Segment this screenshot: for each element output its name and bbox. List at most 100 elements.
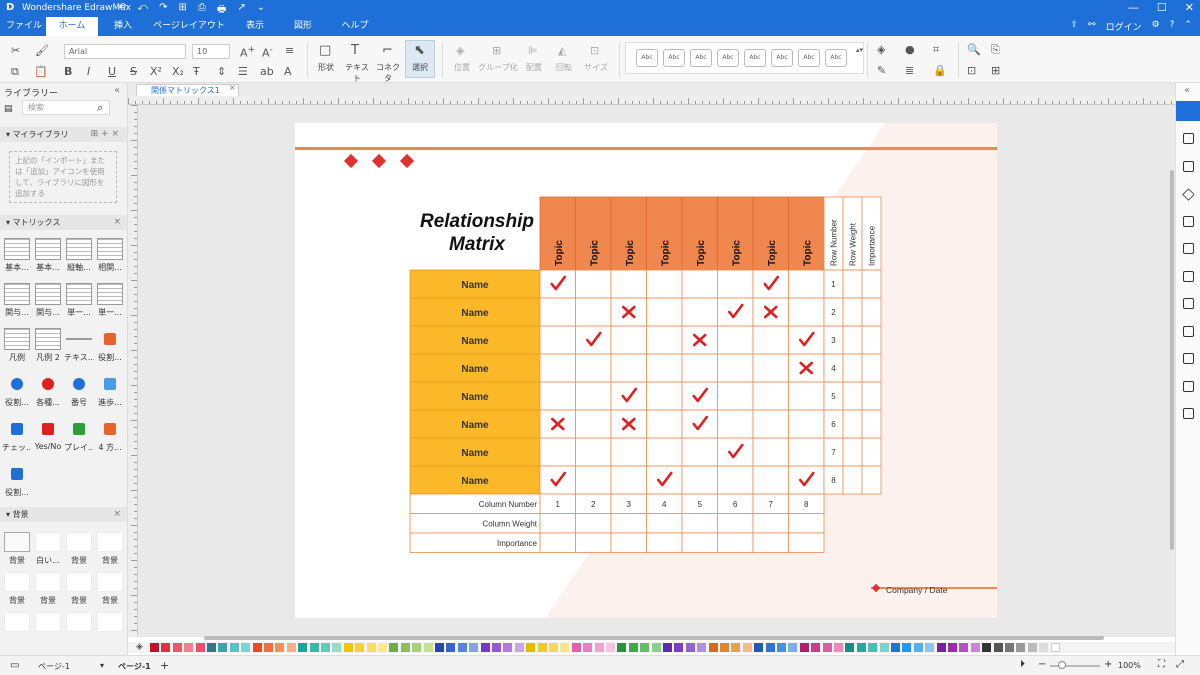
- color-swatch[interactable]: [731, 643, 741, 652]
- column-header-label[interactable]: Topic: [554, 240, 565, 266]
- color-swatch[interactable]: [685, 643, 695, 652]
- matrix-cell[interactable]: [646, 465, 683, 495]
- matrix-cell[interactable]: [717, 353, 754, 383]
- row-label[interactable]: Name: [461, 392, 489, 403]
- matrix-shape-thumbnail[interactable]: [66, 328, 92, 340]
- more-tools-icon[interactable]: ⊞: [991, 64, 1000, 77]
- format-panel-button[interactable]: [1176, 101, 1200, 121]
- extra-cell[interactable]: [842, 297, 863, 327]
- matrix-cell[interactable]: [788, 409, 825, 439]
- tab-file[interactable]: ファイル: [4, 17, 44, 36]
- extra-cell[interactable]: [861, 465, 882, 495]
- color-swatch[interactable]: [366, 643, 376, 652]
- color-swatch[interactable]: [754, 643, 764, 652]
- extra-header-label[interactable]: Importance: [868, 225, 877, 266]
- superscript-icon[interactable]: X²: [150, 65, 162, 78]
- diagram-page[interactable]: Relationship Matrix Topic Topic Topic Topic To…: [295, 123, 997, 618]
- matrix-shape-thumbnail[interactable]: [104, 423, 116, 435]
- grow-font-icon[interactable]: A+: [240, 44, 255, 60]
- color-swatch[interactable]: [389, 643, 399, 652]
- matrix-cell[interactable]: [788, 297, 825, 327]
- column-number[interactable]: 7: [769, 500, 774, 509]
- color-swatch[interactable]: [606, 643, 615, 652]
- matrix-cell[interactable]: [717, 269, 754, 299]
- extra-cell[interactable]: [842, 465, 863, 495]
- row-label[interactable]: Name: [461, 280, 489, 291]
- subscript-icon[interactable]: X₂: [172, 65, 184, 78]
- matrix-cell[interactable]: [788, 437, 825, 467]
- presentation-icon[interactable]: [1183, 326, 1194, 337]
- matrix-shape-thumbnail[interactable]: [35, 328, 61, 350]
- font-size-select[interactable]: 10: [192, 44, 230, 59]
- color-swatch[interactable]: [651, 643, 661, 652]
- row-number[interactable]: 2: [831, 308, 836, 317]
- settings-icon[interactable]: ⚙: [1152, 20, 1160, 33]
- extra-cell[interactable]: [842, 325, 863, 355]
- color-swatch[interactable]: [936, 643, 946, 652]
- color-swatch[interactable]: [378, 643, 387, 652]
- extra-header-label[interactable]: Row Weight: [849, 222, 858, 266]
- gallery-scroll-icon[interactable]: ▴▾: [856, 46, 863, 54]
- matrix-title-line[interactable]: Matrix: [449, 234, 506, 255]
- column-header-label[interactable]: Topic: [696, 240, 707, 266]
- row-label[interactable]: Name: [461, 476, 489, 487]
- matrix-cell[interactable]: [575, 325, 612, 355]
- color-swatch[interactable]: [526, 643, 536, 652]
- color-swatch[interactable]: [469, 643, 479, 652]
- bottom-cell[interactable]: [539, 513, 576, 534]
- column-header-label[interactable]: Topic: [660, 240, 671, 266]
- matrix-cell[interactable]: [575, 465, 612, 495]
- bottom-cell[interactable]: [681, 532, 718, 553]
- color-swatch[interactable]: [1027, 643, 1037, 652]
- matrix-cell[interactable]: [646, 437, 683, 467]
- column-header-label[interactable]: Topic: [625, 240, 636, 266]
- matrix-cell[interactable]: [717, 437, 754, 467]
- background-thumbnail[interactable]: [35, 572, 61, 592]
- color-swatch[interactable]: [252, 643, 262, 652]
- color-swatch[interactable]: [970, 643, 980, 652]
- color-swatch[interactable]: [628, 643, 638, 652]
- column-header-label[interactable]: Topic: [767, 240, 778, 266]
- matrix-shape-thumbnail[interactable]: [42, 378, 54, 390]
- row-number[interactable]: 8: [831, 476, 836, 485]
- bottom-cell[interactable]: [717, 513, 754, 534]
- extra-cell[interactable]: [842, 437, 863, 467]
- background-library-header[interactable]: ▾ 背景 ×: [0, 507, 127, 522]
- style-preset[interactable]: Abc: [636, 49, 658, 67]
- matrix-cell[interactable]: [752, 269, 789, 299]
- fit-icon[interactable]: [1183, 381, 1194, 392]
- font-color-icon[interactable]: A: [284, 65, 292, 78]
- matrix-cell[interactable]: [752, 353, 789, 383]
- matrix-cell[interactable]: [681, 269, 718, 299]
- tab-insert[interactable]: 挿入: [102, 17, 144, 36]
- close-icon[interactable]: ×: [113, 215, 121, 230]
- bottom-cell[interactable]: [752, 513, 789, 534]
- color-swatch[interactable]: [321, 643, 330, 652]
- matrix-shape-thumbnail[interactable]: [42, 423, 54, 435]
- extra-header-label[interactable]: Row Number: [830, 219, 839, 266]
- matrix-cell[interactable]: [717, 465, 754, 495]
- text-tool-icon[interactable]: T: [351, 43, 359, 58]
- close-icon[interactable]: ×: [113, 507, 121, 522]
- matrix-shape-thumbnail[interactable]: [104, 333, 116, 345]
- extra-cell[interactable]: [861, 297, 882, 327]
- matrix-cell[interactable]: [646, 325, 683, 355]
- style-preset[interactable]: Abc: [771, 49, 793, 67]
- login-button[interactable]: ログイン: [1106, 20, 1142, 33]
- color-swatch[interactable]: [150, 643, 159, 652]
- color-swatch[interactable]: [503, 643, 513, 652]
- strikethrough-icon[interactable]: S: [130, 65, 137, 78]
- color-swatch[interactable]: [332, 643, 342, 652]
- color-swatch[interactable]: [948, 643, 957, 652]
- extra-cell[interactable]: [861, 437, 882, 467]
- color-swatch[interactable]: [457, 643, 467, 652]
- tab-view[interactable]: 表示: [234, 17, 276, 36]
- matrix-shape-thumbnail[interactable]: [73, 423, 85, 435]
- color-swatch[interactable]: [241, 643, 251, 652]
- bottom-cell[interactable]: [681, 513, 718, 534]
- color-swatch[interactable]: [856, 643, 866, 652]
- matrix-cell[interactable]: [788, 465, 825, 495]
- matrix-cell[interactable]: [610, 353, 647, 383]
- row-number[interactable]: 4: [831, 364, 836, 373]
- bottom-row-label[interactable]: Importance: [497, 539, 538, 548]
